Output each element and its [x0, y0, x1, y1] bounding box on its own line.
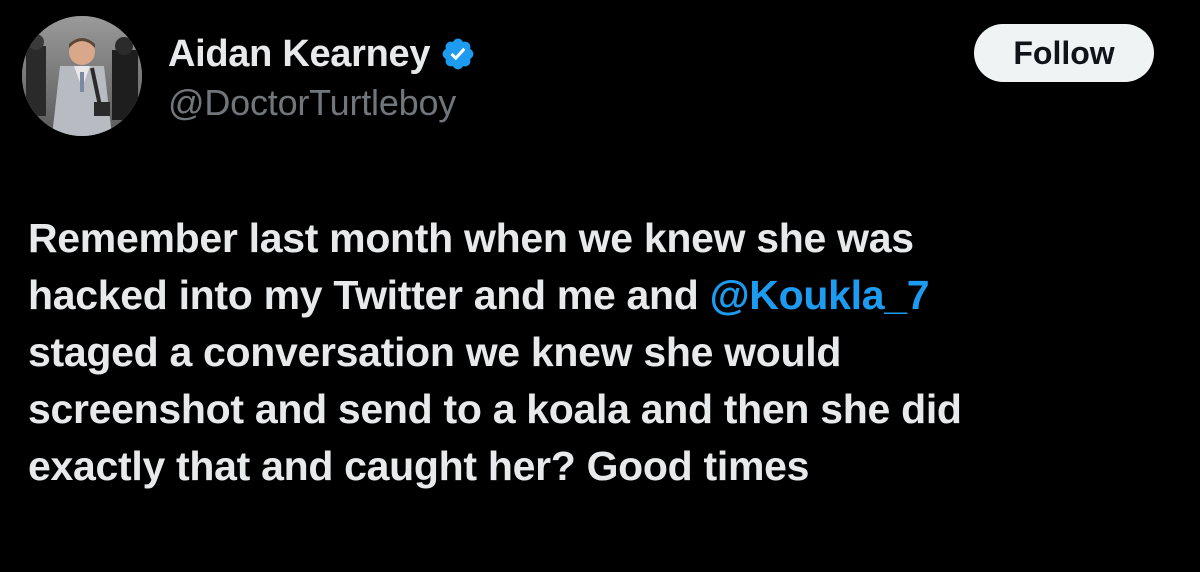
tweet-text-line: Remember last month when we knew she was — [28, 210, 1178, 267]
tweet-text-segment: staged a conversation we knew she would — [28, 329, 842, 375]
profile-photo-icon — [22, 16, 142, 136]
author-name-row: Aidan Kearney — [168, 30, 476, 78]
tweet-text-line: hacked into my Twitter and me and @Koukl… — [28, 267, 1178, 324]
avatar[interactable] — [22, 16, 142, 136]
tweet-card: Aidan Kearney @DoctorTurtleboy Follow Re… — [0, 0, 1200, 572]
tweet-text-segment: exactly that and caught her? Good times — [28, 443, 810, 489]
mention-link[interactable]: @Koukla_7 — [710, 272, 930, 318]
verified-badge-icon — [440, 36, 476, 72]
author-display-name[interactable]: Aidan Kearney — [168, 33, 431, 76]
follow-button[interactable]: Follow — [974, 24, 1154, 82]
tweet-text-segment: Remember last month when we knew she was — [28, 215, 914, 261]
tweet-text-line: screenshot and send to a koala and then … — [28, 381, 1178, 438]
tweet-text-line: staged a conversation we knew she would — [28, 324, 1178, 381]
tweet-text-segment: screenshot and send to a koala and then … — [28, 386, 962, 432]
author-handle[interactable]: @DoctorTurtleboy — [168, 82, 456, 124]
tweet-text-line: exactly that and caught her? Good times — [28, 438, 1178, 495]
tweet-text-segment: hacked into my Twitter and me and — [28, 272, 710, 318]
tweet-text: Remember last month when we knew she was… — [28, 210, 1178, 495]
